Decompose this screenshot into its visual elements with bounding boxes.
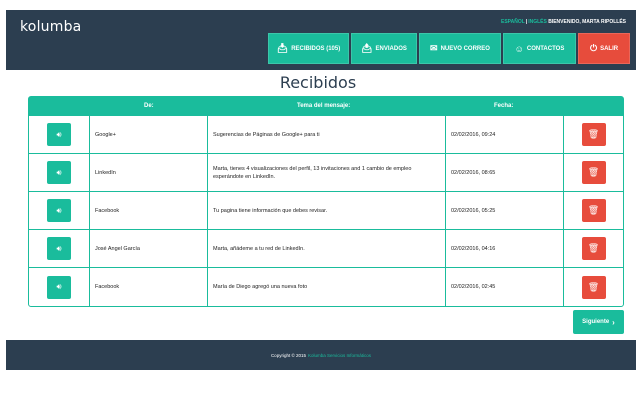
top-links: ESPAÑOL|INGLÉS BIENVENIDO, MARTA RIPOLLÉ… — [501, 19, 626, 25]
nav-new-mail-label: NUEVO CORREO — [440, 45, 490, 52]
speaker-icon: 🔊︎ — [56, 167, 62, 177]
row-from: LinkedIn — [90, 154, 208, 191]
speaker-icon: 🔊︎ — [56, 282, 62, 291]
delete-button[interactable]: 🗑︎ — [581, 161, 606, 184]
nav-sent-button[interactable]: 📤︎ ENVIADOS — [351, 33, 417, 64]
nav-new-mail-button[interactable]: ✉ NUEVO CORREO — [419, 33, 501, 64]
nav-inbox-label: RECIBIDOS (105) — [291, 45, 341, 52]
row-subject[interactable]: María de Diego agregó una nueva foto — [208, 268, 446, 306]
lang-en-link[interactable]: INGLÉS — [528, 19, 547, 25]
speaker-icon: 🔊︎ — [56, 205, 62, 215]
row-date: 02/02/2016, 08:65 — [446, 154, 564, 191]
row-from: Facebook — [90, 268, 208, 306]
nav-contacts-button[interactable]: ☺ CONTACTOS — [503, 33, 576, 64]
row-delete-cell: 🗑︎ — [564, 268, 623, 306]
delete-button[interactable]: 🗑︎ — [581, 275, 606, 299]
sound-button[interactable]: 🔊︎ — [47, 199, 71, 222]
row-date: 02/02/2016, 09:24 — [446, 116, 564, 153]
next-page-label: Siguiente — [582, 319, 610, 325]
table-row[interactable]: 🔊︎ Google+ Sugerencias de Páginas de Goo… — [29, 116, 623, 154]
row-date: 02/02/2016, 05:25 — [446, 192, 564, 229]
row-action-cell: 🔊︎ — [29, 230, 90, 267]
sound-button[interactable]: 🔊︎ — [47, 161, 71, 184]
sound-button[interactable]: 🔊︎ — [47, 237, 71, 260]
power-icon: ⏻ — [589, 43, 598, 53]
welcome-text: BIENVENIDO, MARTA RIPOLLÉS — [548, 19, 626, 25]
row-delete-cell: 🗑︎ — [564, 192, 623, 229]
page: kolumba ESPAÑOL|INGLÉS BIENVENIDO, MARTA… — [0, 0, 636, 412]
delete-button[interactable]: 🗑︎ — [581, 199, 606, 222]
inbox-icon: 📥︎ — [276, 43, 289, 53]
row-delete-cell: 🗑︎ — [564, 154, 623, 191]
table-row[interactable]: 🔊︎ Facebook María de Diego agregó una nu… — [29, 268, 623, 306]
row-delete-cell: 🗑︎ — [564, 230, 623, 267]
trash-icon: 🗑︎ — [587, 243, 600, 253]
page-title: Recibidos — [279, 73, 357, 92]
delete-button[interactable]: 🗑︎ — [581, 123, 606, 146]
trash-icon: 🗑︎ — [587, 205, 600, 215]
trash-icon: 🗑︎ — [587, 281, 600, 292]
chevron-right-icon: › — [612, 317, 615, 327]
row-subject[interactable]: Marta, tienes 4 visualizaciones del perf… — [208, 154, 446, 191]
row-date: 02/02/2016, 04:16 — [446, 230, 564, 267]
row-from: Facebook — [90, 192, 208, 229]
row-from: Google+ — [90, 116, 208, 153]
inbox-table: De: Tema del mensaje: Fecha: 🔊︎ Google+ … — [28, 96, 624, 307]
speaker-icon: 🔊︎ — [56, 129, 62, 139]
footer: Copyright © 2015 Kolumba Servicios Infor… — [6, 340, 636, 370]
table-row[interactable]: 🔊︎ José Angel García Marta, añádeme a tu… — [29, 230, 623, 268]
speaker-icon: 🔊︎ — [56, 243, 62, 253]
sound-button[interactable]: 🔊︎ — [47, 123, 71, 146]
logo[interactable]: kolumba — [20, 19, 81, 35]
header-date: Fecha: — [494, 103, 514, 109]
row-action-cell: 🔊︎ — [29, 116, 90, 153]
envelope-icon: ✉ — [430, 43, 438, 53]
row-action-cell: 🔊︎ — [29, 192, 90, 229]
sound-button[interactable]: 🔊︎ — [47, 275, 71, 299]
nav-logout-button[interactable]: ⏻ SALIR — [578, 33, 630, 64]
nav-logout-label: SALIR — [600, 45, 619, 52]
trash-icon: 🗑︎ — [587, 129, 600, 139]
row-from: José Angel García — [90, 230, 208, 267]
row-action-cell: 🔊︎ — [29, 154, 90, 191]
table-header: De: Tema del mensaje: Fecha: — [29, 97, 623, 116]
row-subject[interactable]: Sugerencias de Páginas de Google+ para t… — [208, 116, 446, 153]
table-row[interactable]: 🔊︎ LinkedIn Marta, tienes 4 visualizacio… — [29, 154, 623, 192]
lang-separator: | — [525, 19, 528, 25]
nav-sent-label: ENVIADOS — [375, 45, 407, 52]
delete-button[interactable]: 🗑︎ — [581, 237, 606, 260]
header-subject: Tema del mensaje: — [297, 103, 351, 109]
row-date: 02/02/2016, 02:45 — [446, 268, 564, 306]
nav-contacts-label: CONTACTOS — [526, 45, 565, 52]
row-delete-cell: 🗑︎ — [564, 116, 623, 153]
outbox-icon: 📤︎ — [361, 43, 373, 53]
contacts-icon: ☺ — [514, 43, 524, 54]
footer-company-link[interactable]: Kolumba Servicios Informáticos — [308, 353, 371, 358]
top-bar: kolumba ESPAÑOL|INGLÉS BIENVENIDO, MARTA… — [6, 10, 636, 70]
table-row[interactable]: 🔊︎ Facebook Tu pagina tiene información … — [29, 192, 623, 230]
row-subject[interactable]: Tu pagina tiene información que debes re… — [208, 192, 446, 229]
trash-icon: 🗑︎ — [587, 167, 600, 177]
row-subject[interactable]: Marta, añádeme a tu red de LinkedIn. — [208, 230, 446, 267]
lang-es-link[interactable]: ESPAÑOL — [501, 19, 525, 25]
next-page-button[interactable]: Siguiente › — [573, 310, 624, 334]
row-action-cell: 🔊︎ — [29, 268, 90, 306]
footer-copyright: Copyright © 2015 — [270, 352, 307, 358]
nav-inbox-button[interactable]: 📥︎ RECIBIDOS (105) — [268, 33, 349, 64]
header-from: De: — [144, 103, 154, 109]
